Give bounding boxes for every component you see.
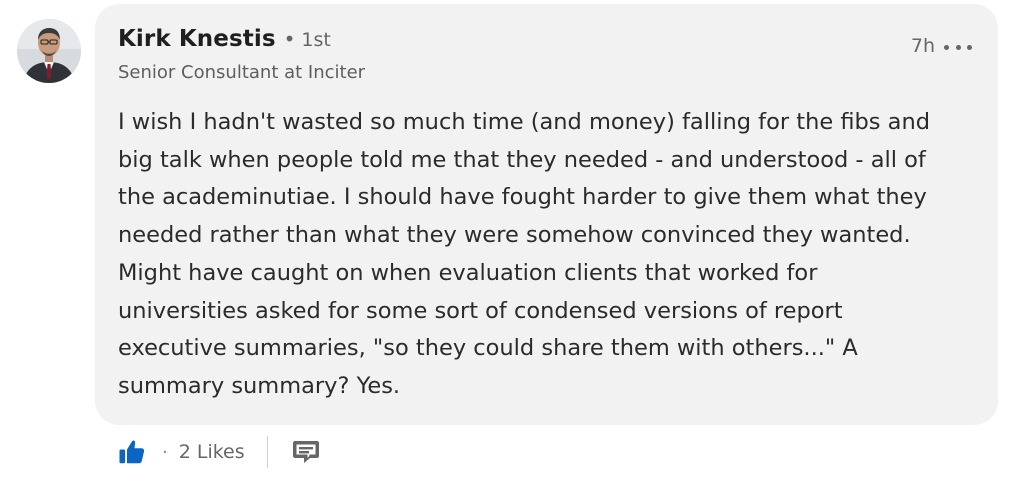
separator-dot: •: [283, 27, 296, 51]
author-name[interactable]: Kirk Knestis: [118, 26, 276, 52]
comment-line: needed rather than what they were someho…: [118, 222, 911, 249]
comment-text: I wish I hadn't wasted so much time (and…: [118, 104, 988, 406]
thumbs-up-icon: [119, 440, 145, 464]
timestamp: 7h: [910, 35, 935, 57]
like-button[interactable]: [117, 437, 147, 467]
author-row: Kirk Knestis • 1st: [118, 26, 331, 52]
comment-actions: · 2 Likes: [117, 436, 320, 468]
comment-line: Might have caught on when evaluation cli…: [118, 259, 818, 286]
comment-line: executive summaries, "so they could shar…: [118, 335, 858, 362]
likes-count[interactable]: 2 Likes: [179, 441, 245, 463]
author-headline: Senior Consultant at Inciter: [118, 62, 366, 83]
separator-dot: ·: [162, 441, 168, 463]
comment-bubble: Kirk Knestis • 1st Senior Consultant at …: [95, 4, 998, 425]
comment-line: summary summary? Yes.: [118, 372, 401, 399]
comment-line: universities asked for some sort of cond…: [118, 297, 843, 324]
divider: [266, 436, 268, 468]
connection-degree: 1st: [301, 29, 331, 51]
profile-photo: [17, 19, 81, 83]
more-options-icon[interactable]: [944, 37, 972, 57]
comment-line: I wish I hadn't wasted so much time (and…: [118, 109, 930, 135]
reply-button[interactable]: [292, 439, 320, 465]
comment-icon: [292, 441, 319, 463]
comment-line: the academinutiae. I should have fought …: [118, 184, 927, 211]
avatar[interactable]: [17, 19, 81, 83]
comment-line: big talk when people told me that they n…: [118, 146, 926, 173]
